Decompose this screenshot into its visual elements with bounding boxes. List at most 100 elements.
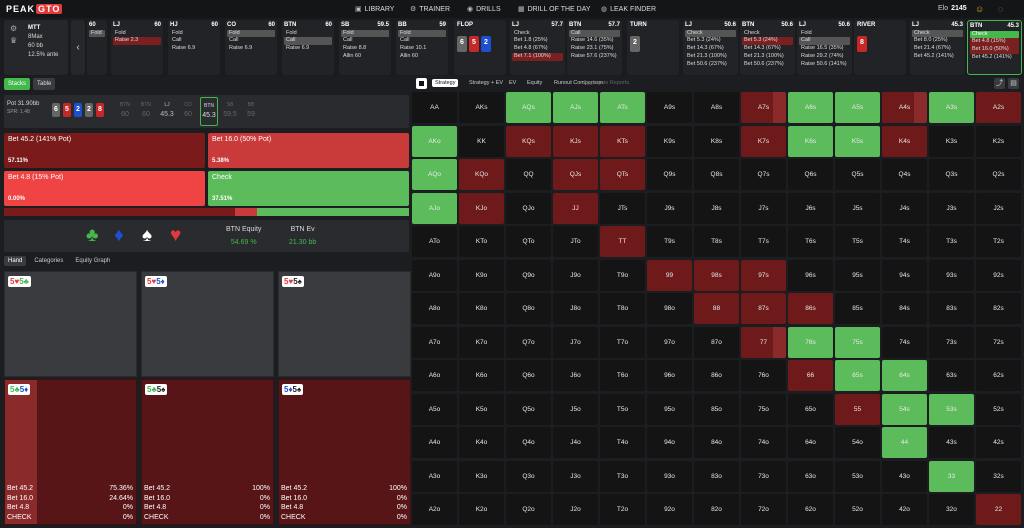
range-cell[interactable]: 42o — [882, 494, 927, 525]
range-cell[interactable]: Q2s — [976, 159, 1021, 190]
range-cell[interactable]: 65o — [788, 393, 833, 425]
action-option[interactable]: Raise 23.1 (75%) — [569, 45, 620, 53]
range-cell[interactable]: T4o — [600, 427, 645, 458]
preflop-card[interactable]: BB 59 Fold Call Raise 10.1 Allin 60 — [396, 20, 448, 75]
action-option[interactable]: Call — [284, 37, 332, 46]
range-cell[interactable]: A6s — [788, 92, 833, 123]
range-cell[interactable]: 66 — [788, 360, 833, 391]
range-cell[interactable]: A7s — [741, 92, 786, 123]
range-cell[interactable]: J2s — [976, 192, 1021, 224]
tab-ev[interactable]: EV — [506, 79, 519, 87]
range-cell[interactable]: 73o — [741, 460, 786, 492]
range-cell[interactable]: Q2o — [506, 494, 551, 525]
range-cell[interactable]: KJo — [459, 192, 504, 224]
action-option[interactable]: Bet 7.1 (100%) — [512, 52, 563, 61]
action-option[interactable]: Raise 57.6 (237%) — [569, 53, 620, 61]
range-cell[interactable]: 75o — [741, 393, 786, 425]
range-cell[interactable]: 97o — [647, 326, 692, 358]
turn-card[interactable]: TURN 2 — [627, 20, 679, 75]
range-cell[interactable]: 86o — [694, 360, 739, 391]
range-cell[interactable]: KK — [459, 125, 504, 157]
strategy-action[interactable]: Bet 16.0 (50% Pot) 5.38% — [208, 133, 409, 168]
range-cell[interactable]: J5s — [835, 192, 880, 224]
range-cell[interactable]: 43s — [929, 427, 974, 458]
range-cell[interactable]: J8s — [694, 192, 739, 224]
range-cell[interactable]: 87o — [694, 326, 739, 358]
range-cell[interactable]: 52o — [835, 494, 880, 525]
range-cell[interactable]: AA — [412, 92, 457, 123]
action-option[interactable]: Bet 21.3 (100%) — [685, 53, 736, 61]
share-icon[interactable]: ⤴ — [994, 78, 1005, 89]
range-cell[interactable]: J9s — [647, 192, 692, 224]
action-option[interactable]: Bet 50.6 (237%) — [742, 61, 793, 69]
range-cell[interactable]: A8o — [412, 293, 457, 324]
range-cell[interactable]: 76o — [741, 360, 786, 391]
action-option[interactable]: Call — [799, 37, 850, 46]
range-cell[interactable]: 53o — [835, 460, 880, 492]
action-option[interactable]: Call — [227, 37, 275, 45]
range-cell[interactable]: K6o — [459, 360, 504, 391]
range-cell[interactable]: ATs — [600, 92, 645, 123]
range-cell[interactable]: QTo — [506, 226, 551, 257]
river-action-card[interactable]: LJ 45.3 Check Bet 8.0 (25%) Bet 21.4 (67%) Be… — [910, 20, 965, 75]
range-cell[interactable]: K5s — [835, 125, 880, 157]
position-stack-co[interactable]: CO 60 — [179, 97, 197, 126]
action-option[interactable]: Raise 50.6 (141%) — [799, 61, 850, 69]
range-cell[interactable]: A4s — [882, 92, 927, 123]
range-cell[interactable]: Q5s — [835, 159, 880, 190]
range-cell[interactable]: 77 — [741, 326, 786, 358]
range-cell[interactable]: QTs — [600, 159, 645, 190]
action-option[interactable]: Bet 5.3 (24%) — [742, 37, 793, 46]
range-cell[interactable]: K3s — [929, 125, 974, 157]
range-cell[interactable]: KQs — [506, 125, 551, 157]
preflop-card[interactable]: CO 60 Fold Call Raise 6.9 — [225, 20, 277, 75]
strategy-action[interactable]: Bet 45.2 (141% Pot) 57.11% — [4, 133, 205, 168]
range-cell[interactable]: A2s — [976, 92, 1021, 123]
range-cell[interactable]: 64s — [882, 360, 927, 391]
game-settings-card[interactable]: ⚙ ♛ MTT 8Max 60 bb 12.5% ante — [4, 20, 68, 75]
range-cell[interactable]: T6o — [600, 360, 645, 391]
preflop-card[interactable]: BTN 60 Fold Call Raise 6.9 — [282, 20, 334, 75]
action-option[interactable]: Raise 6.9 — [170, 45, 218, 53]
hand-combo-cell[interactable]: 5♥5♣ — [4, 271, 137, 377]
range-cell[interactable]: 63s — [929, 360, 974, 391]
action-option[interactable]: Call — [569, 29, 620, 38]
range-cell[interactable]: K9s — [647, 125, 692, 157]
range-cell[interactable]: TT — [600, 226, 645, 257]
action-option[interactable]: Check — [970, 30, 1019, 39]
action-option[interactable]: Bet 50.6 (237%) — [685, 61, 736, 69]
range-cell[interactable]: 96s — [788, 259, 833, 291]
range-cell[interactable]: T8s — [694, 226, 739, 257]
range-cell[interactable]: 83s — [929, 293, 974, 324]
hand-combo-cell[interactable]: 5♦5♠ Bet 45.2 100% Bet 16.0 0% Bet 4.8 0% CHECK… — [278, 379, 411, 525]
action-option[interactable]: Fold — [284, 30, 332, 38]
range-cell[interactable]: J9o — [553, 259, 598, 291]
range-cell[interactable]: 33 — [929, 460, 974, 492]
range-cell[interactable]: 22 — [976, 494, 1021, 525]
range-cell[interactable]: A5o — [412, 393, 457, 425]
range-cell[interactable]: AJs — [553, 92, 598, 123]
range-cell[interactable]: A5s — [835, 92, 880, 123]
range-cell[interactable]: 95s — [835, 259, 880, 291]
range-cell[interactable]: T2o — [600, 494, 645, 525]
action-option[interactable]: Allin 60 — [398, 53, 446, 61]
range-cell[interactable]: J5o — [553, 393, 598, 425]
action-option[interactable]: Bet 45.2 (141%) — [970, 54, 1019, 62]
range-cell[interactable]: 83o — [694, 460, 739, 492]
range-cell[interactable]: K4s — [882, 125, 927, 157]
hand-combo-cell[interactable]: 5♥5♠ — [278, 271, 411, 377]
range-cell[interactable]: 84s — [882, 293, 927, 324]
range-cell[interactable]: K8o — [459, 293, 504, 324]
range-cell[interactable]: AQs — [506, 92, 551, 123]
range-cell[interactable]: J7o — [553, 326, 598, 358]
nav-library[interactable]: ▣ LIBRARY — [355, 5, 394, 14]
range-cell[interactable]: K9o — [459, 259, 504, 291]
range-cell[interactable]: A6o — [412, 360, 457, 391]
range-cell[interactable]: K7s — [741, 125, 786, 157]
range-cell[interactable]: JJ — [553, 192, 598, 224]
back-button[interactable]: ‹ — [71, 20, 85, 75]
range-cell[interactable]: 94o — [647, 427, 692, 458]
range-cell[interactable]: 82o — [694, 494, 739, 525]
action-option[interactable]: Raise 10.1 — [398, 45, 446, 53]
action-option[interactable]: Check — [742, 30, 793, 38]
